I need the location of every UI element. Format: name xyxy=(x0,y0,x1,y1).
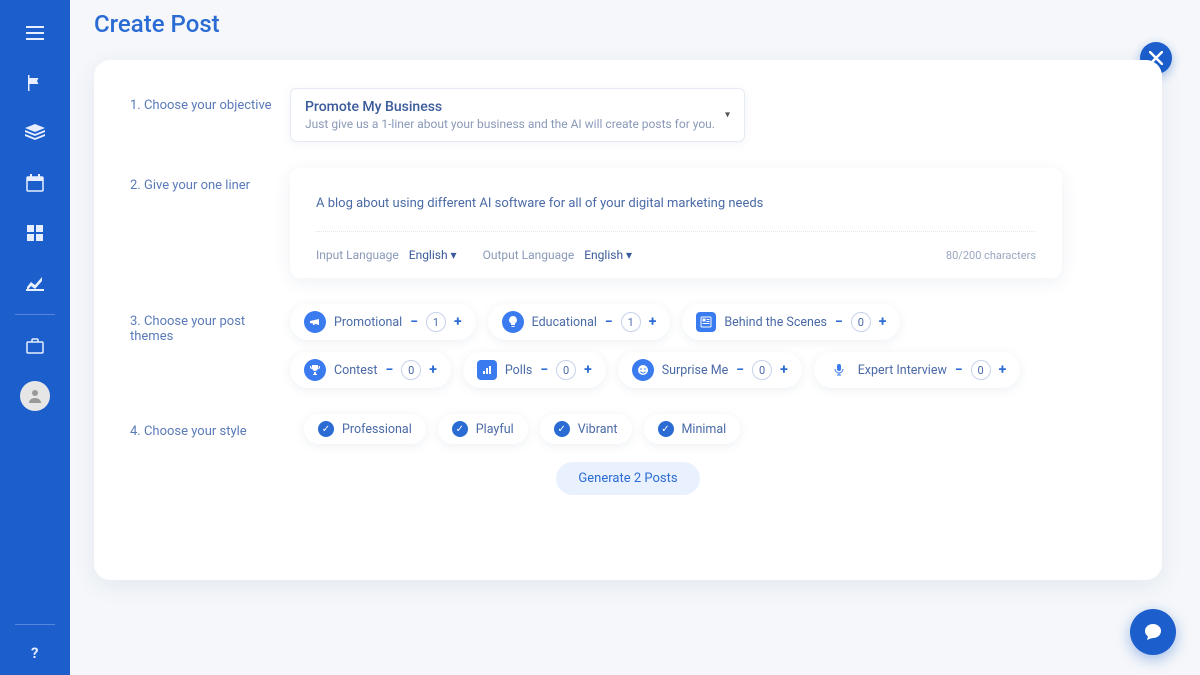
theme-plus[interactable]: + xyxy=(999,363,1007,377)
input-language-select[interactable]: English ▾ xyxy=(409,248,457,262)
theme-label: Educational xyxy=(532,315,597,330)
check-icon: ✓ xyxy=(318,421,334,437)
check-icon: ✓ xyxy=(658,421,674,437)
theme-chip-bts: Behind the Scenes − 0 + xyxy=(682,304,900,340)
theme-plus[interactable]: + xyxy=(584,363,592,377)
theme-chip-expert: Expert Interview − 0 + xyxy=(814,352,1021,388)
theme-label: Expert Interview xyxy=(858,363,947,378)
one-liner-panel: Input Language English ▾ Output Language… xyxy=(290,168,1062,278)
help-icon[interactable]: ? xyxy=(0,631,70,675)
theme-chip-educational: Educational − 1 + xyxy=(488,304,671,340)
theme-plus[interactable]: + xyxy=(879,315,887,329)
lightbulb-icon xyxy=(502,311,524,333)
objective-dropdown[interactable]: Promote My Business Just give us a 1-lin… xyxy=(290,88,745,142)
flag-icon[interactable] xyxy=(0,58,70,108)
style-label: Minimal xyxy=(682,422,727,437)
layers-icon[interactable] xyxy=(0,108,70,158)
grid-icon[interactable] xyxy=(0,208,70,258)
theme-chip-contest: Contest − 0 + xyxy=(290,352,451,388)
style-professional[interactable]: ✓ Professional xyxy=(304,414,426,444)
objective-subtitle: Just give us a 1-liner about your busine… xyxy=(305,117,730,131)
char-count: 80/200 characters xyxy=(946,249,1036,262)
generate-button[interactable]: Generate 2 Posts xyxy=(556,462,699,495)
theme-chip-surprise: Surprise Me − 0 + xyxy=(618,352,802,388)
create-post-card: 1. Choose your objective Promote My Busi… xyxy=(94,60,1162,580)
theme-plus[interactable]: + xyxy=(429,363,437,377)
chart-icon[interactable] xyxy=(0,258,70,308)
theme-minus[interactable]: − xyxy=(410,315,418,329)
theme-count: 0 xyxy=(556,360,576,380)
step-4-label: 4. Choose your style xyxy=(130,414,290,444)
output-language-select[interactable]: English ▾ xyxy=(584,248,632,262)
theme-chip-group: Promotional − 1 + Educational − 1 + Behi… xyxy=(290,304,1050,388)
calendar-icon[interactable] xyxy=(0,158,70,208)
theme-minus[interactable]: − xyxy=(835,315,843,329)
theme-minus[interactable]: − xyxy=(605,315,613,329)
svg-text:?: ? xyxy=(31,645,38,661)
theme-count: 0 xyxy=(851,312,871,332)
sidebar-divider xyxy=(15,314,55,315)
style-label: Vibrant xyxy=(578,422,618,437)
chat-fab[interactable] xyxy=(1130,609,1176,655)
theme-chip-polls: Polls − 0 + xyxy=(463,352,606,388)
step-2-label: 2. Give your one liner xyxy=(130,168,290,278)
check-icon: ✓ xyxy=(554,421,570,437)
smile-icon xyxy=(632,359,654,381)
hamburger-icon[interactable] xyxy=(0,8,70,58)
style-minimal[interactable]: ✓ Minimal xyxy=(644,414,741,444)
sidebar-divider-bottom xyxy=(15,624,55,625)
step-3-label: 3. Choose your post themes xyxy=(130,304,290,388)
style-label: Playful xyxy=(476,422,514,437)
step-1-label: 1. Choose your objective xyxy=(130,88,290,142)
input-language-label: Input Language xyxy=(316,248,399,262)
poll-icon xyxy=(477,360,497,380)
theme-label: Promotional xyxy=(334,315,402,330)
theme-label: Polls xyxy=(505,363,532,378)
mic-icon xyxy=(828,359,850,381)
theme-minus[interactable]: − xyxy=(955,363,963,377)
theme-plus[interactable]: + xyxy=(780,363,788,377)
objective-title: Promote My Business xyxy=(305,99,730,115)
theme-minus[interactable]: − xyxy=(736,363,744,377)
avatar[interactable] xyxy=(0,371,70,421)
theme-plus[interactable]: + xyxy=(454,315,462,329)
theme-plus[interactable]: + xyxy=(649,315,657,329)
newspaper-icon xyxy=(696,312,716,332)
sidebar: ? xyxy=(0,0,70,675)
theme-chip-promotional: Promotional − 1 + xyxy=(290,304,476,340)
style-label: Professional xyxy=(342,422,412,437)
theme-label: Surprise Me xyxy=(662,363,729,378)
theme-label: Contest xyxy=(334,363,377,378)
theme-count: 0 xyxy=(971,360,991,380)
output-language-label: Output Language xyxy=(483,248,575,262)
style-chip-group: ✓ Professional ✓ Playful ✓ Vibrant ✓ Min… xyxy=(290,414,1050,444)
style-playful[interactable]: ✓ Playful xyxy=(438,414,528,444)
theme-count: 1 xyxy=(621,312,641,332)
page-title: Create Post xyxy=(94,10,220,38)
theme-count: 1 xyxy=(426,312,446,332)
theme-label: Behind the Scenes xyxy=(724,315,827,330)
chevron-down-icon: ▾ xyxy=(725,110,730,121)
megaphone-icon xyxy=(304,311,326,333)
one-liner-input[interactable] xyxy=(316,190,1036,232)
theme-minus[interactable]: − xyxy=(385,363,393,377)
theme-minus[interactable]: − xyxy=(540,363,548,377)
briefcase-icon[interactable] xyxy=(0,321,70,371)
theme-count: 0 xyxy=(401,360,421,380)
check-icon: ✓ xyxy=(452,421,468,437)
style-vibrant[interactable]: ✓ Vibrant xyxy=(540,414,632,444)
trophy-icon xyxy=(304,359,326,381)
theme-count: 0 xyxy=(752,360,772,380)
